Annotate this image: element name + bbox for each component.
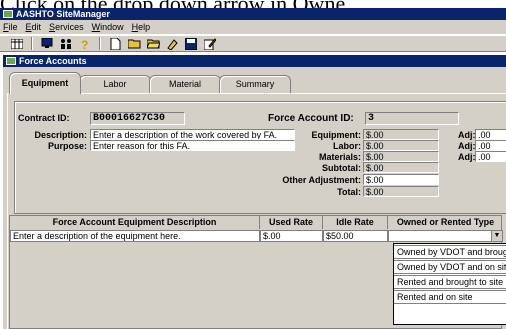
toolbar-separator: [31, 37, 33, 50]
window-title: Force Accounts: [19, 56, 87, 66]
description-label: Description:: [34, 130, 87, 140]
adj-field-equipment[interactable]: .00: [475, 129, 506, 140]
adj-label-materials: Adj:: [458, 152, 476, 162]
cell-description[interactable]: Enter a description of the equipment her…: [10, 230, 260, 242]
tab-summary[interactable]: Summary: [219, 75, 291, 94]
dropdown-option[interactable]: Rented and brought to site: [394, 275, 506, 289]
menu-bar: File Edit Services Window Help: [0, 20, 506, 34]
force-accounts-window: Equipment Labor Material Summary Contrac…: [3, 67, 506, 329]
menu-window[interactable]: Window: [92, 20, 124, 34]
dropdown-option[interactable]: Owned by VDOT and brought to site: [394, 245, 506, 259]
type-select[interactable]: ▼: [388, 230, 503, 242]
window-titlebar: Force Accounts: [3, 55, 506, 67]
other-adjustment-label: Other Adjustment:: [282, 175, 361, 185]
open-folder-icon[interactable]: [127, 37, 141, 50]
edit-icon[interactable]: [203, 37, 217, 50]
col-header-type: Owned or Rented Type: [396, 217, 495, 227]
cell-used-rate[interactable]: $.00: [260, 230, 323, 242]
tab-material[interactable]: Material: [149, 75, 221, 94]
adj-field-labor[interactable]: .00: [475, 140, 506, 151]
force-account-header-group: Contract ID: B00016627C30 Force Account …: [14, 101, 506, 214]
labor-total-field: $.00: [363, 140, 439, 151]
adj-field-materials[interactable]: .00: [475, 151, 506, 162]
new-doc-icon[interactable]: [108, 37, 122, 50]
fa-id-label: Force Account ID:: [268, 113, 354, 124]
grid-header: Force Account Equipment Description Used…: [10, 216, 503, 229]
tab-labor[interactable]: Labor: [79, 75, 151, 94]
equipment-total-label: Equipment:: [311, 130, 362, 140]
total-label: Total:: [337, 187, 361, 197]
col-header-idle-rate: Idle Rate: [323, 216, 388, 229]
contract-id-field: B00016627C30: [90, 112, 185, 125]
col-header-used-rate: Used Rate: [260, 216, 323, 229]
subtotal-field: $.00: [363, 162, 439, 173]
grid-icon[interactable]: [10, 37, 24, 50]
total-field: $.00: [363, 186, 439, 197]
cell-idle-rate[interactable]: $50.00: [323, 230, 388, 242]
other-adjustment-field[interactable]: $.00: [363, 174, 439, 185]
question-icon[interactable]: ?: [78, 37, 92, 50]
app-titlebar: AASHTO SiteManager: [0, 8, 506, 20]
people-icon[interactable]: [59, 37, 73, 50]
app-title: AASHTO SiteManager: [16, 9, 110, 19]
purpose-label: Purpose:: [47, 141, 87, 151]
menu-services[interactable]: Services: [49, 20, 84, 34]
equipment-total-field: $.00: [363, 129, 439, 140]
folder-icon[interactable]: [146, 37, 160, 50]
svg-text:?: ?: [81, 38, 88, 50]
save-icon[interactable]: [184, 37, 198, 50]
monitor-icon[interactable]: [40, 37, 54, 50]
fa-id-field: 3: [365, 112, 459, 125]
dropdown-option[interactable]: Owned by VDOT and on site: [394, 260, 506, 274]
type-dropdown-list: Owned by VDOT and brought to site Owned …: [393, 243, 506, 325]
tab-strip: Equipment Labor Material Summary: [9, 72, 291, 94]
menu-edit[interactable]: Edit: [26, 20, 42, 34]
highlighter-icon[interactable]: [165, 37, 179, 50]
adj-label-equipment: Adj:: [458, 130, 476, 140]
adj-label-labor: Adj:: [458, 141, 476, 151]
menu-file[interactable]: File: [3, 20, 18, 34]
labor-total-label: Labor:: [333, 141, 361, 151]
toolbar: ?: [0, 35, 506, 52]
subtotal-label: Subtotal:: [322, 163, 361, 173]
materials-total-field: $.00: [363, 151, 439, 162]
table-row: Enter a description of the equipment her…: [10, 230, 503, 242]
contract-id-label: Contract ID:: [18, 113, 70, 123]
app-icon: [3, 10, 13, 18]
screen: Click on the drop down arrow in Owne AAS…: [0, 0, 506, 329]
tab-equipment[interactable]: Equipment: [9, 72, 81, 94]
col-header-description: Force Account Equipment Description: [10, 216, 260, 229]
menu-help[interactable]: Help: [132, 20, 151, 34]
window-icon: [6, 57, 16, 65]
chevron-down-icon[interactable]: ▼: [491, 231, 502, 241]
dropdown-option[interactable]: Rented and on site: [394, 290, 506, 304]
toolbar-separator: [99, 37, 101, 50]
equipment-grid: Force Account Equipment Description Used…: [9, 215, 506, 329]
materials-total-label: Materials:: [318, 152, 361, 162]
